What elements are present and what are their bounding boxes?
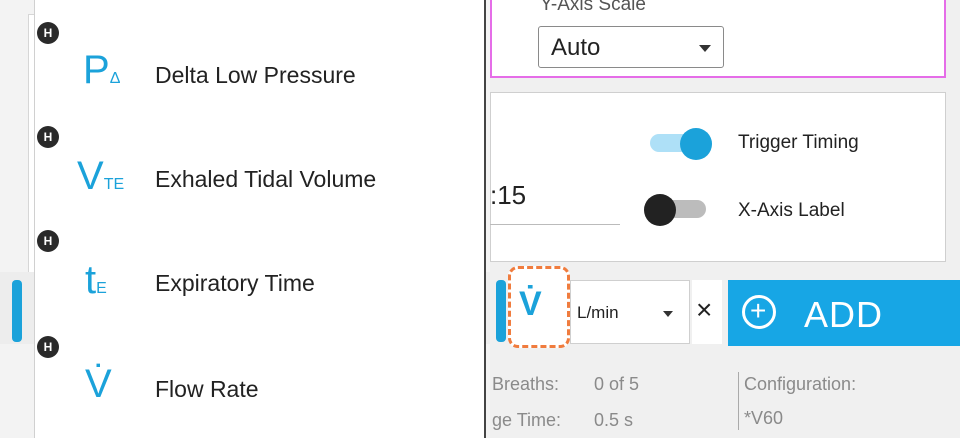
configuration-label: Configuration:	[744, 374, 857, 394]
y-axis-scale-select[interactable]: Auto	[538, 26, 724, 68]
remove-parameter-button[interactable]: ×	[692, 280, 722, 344]
menu-item-delta-low-pressure[interactable]: H PΔ Delta Low Pressure	[35, 10, 485, 114]
exhaled-tidal-volume-icon: VTE	[77, 154, 125, 198]
delta-low-pressure-icon: PΔ	[83, 48, 121, 92]
menu-item-exhaled-tidal-volume[interactable]: H VTE Exhaled Tidal Volume	[35, 114, 485, 218]
menu-item-label: Delta Low Pressure	[155, 62, 356, 88]
h-badge-icon: H	[37, 126, 59, 148]
x-axis-label-toggle[interactable]	[644, 194, 706, 226]
mid-blue-indicator	[496, 280, 506, 342]
add-button[interactable]: + ADD	[728, 280, 960, 346]
h-badge-icon: H	[37, 22, 59, 44]
menu-item-flow-rate[interactable]: H V̇ Flow Rate	[35, 324, 485, 428]
trigger-timing-toggle[interactable]	[650, 128, 712, 160]
chevron-down-icon	[699, 45, 711, 52]
close-icon: ×	[696, 294, 713, 325]
toggle-knob	[644, 194, 676, 226]
h-badge-icon: H	[37, 336, 59, 358]
left-blue-indicator	[12, 280, 22, 342]
time-field-value[interactable]: :15	[490, 180, 526, 211]
time-field-underline	[490, 224, 620, 225]
flow-rate-icon: V̇	[519, 285, 542, 323]
breaths-value: 0 of 5	[594, 374, 640, 394]
parameter-dropdown-menu: H PΔ Delta Low Pressure H VTE Exhaled Ti…	[34, 0, 486, 438]
menu-item-label: Exhaled Tidal Volume	[155, 166, 377, 192]
plus-circle-icon: +	[742, 295, 776, 329]
time-value: 0.5 s	[594, 410, 634, 430]
flow-rate-icon: V̇	[85, 362, 112, 406]
y-axis-scale-value: Auto	[551, 34, 601, 61]
unit-value: L/min	[577, 303, 619, 322]
menu-item-label: Flow Rate	[155, 376, 259, 402]
chevron-down-icon	[663, 311, 673, 317]
toggle-knob	[680, 128, 712, 160]
unit-select[interactable]: L/min	[570, 280, 690, 344]
y-axis-scale-title: Y-Axis Scale	[540, 0, 646, 15]
breaths-label: Breaths:	[492, 374, 560, 394]
menu-item-label: Expiratory Time	[155, 270, 315, 296]
menu-item-expiratory-time[interactable]: H tE Expiratory Time	[35, 218, 485, 322]
expiratory-time-icon: tE	[85, 258, 107, 302]
x-axis-label-label: X-Axis Label	[738, 200, 845, 221]
stats-divider	[738, 372, 739, 430]
parameter-select-button[interactable]: V̇	[508, 266, 570, 348]
h-badge-icon: H	[37, 230, 59, 252]
display-settings-card	[490, 92, 946, 262]
trigger-timing-label: Trigger Timing	[738, 132, 859, 153]
time-label: ge Time:	[492, 410, 562, 430]
add-button-label: ADD	[804, 294, 884, 335]
configuration-value: *V60	[744, 408, 784, 428]
